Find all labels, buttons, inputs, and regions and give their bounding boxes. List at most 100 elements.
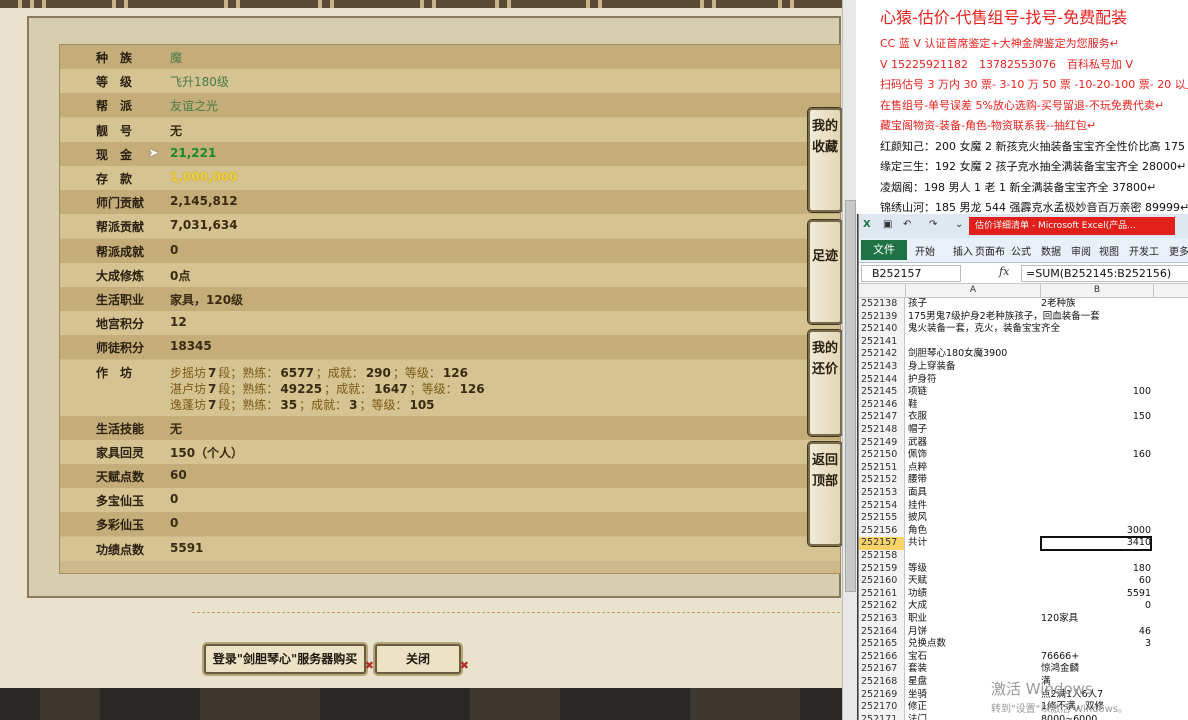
undo-icon[interactable]: ↶: [903, 219, 911, 230]
cell-a[interactable]: 孩子: [908, 298, 927, 311]
row-number[interactable]: 252146: [859, 398, 905, 412]
row-number[interactable]: 252148: [859, 424, 905, 437]
row-number[interactable]: 252168: [859, 676, 905, 689]
column-header-a[interactable]: A: [906, 284, 1041, 297]
row-number[interactable]: 252165: [859, 638, 905, 651]
cell-a[interactable]: 佩饰: [908, 449, 927, 462]
row-number[interactable]: 252142: [859, 348, 905, 361]
cell-b[interactable]: 3000: [1041, 525, 1151, 538]
cell-a[interactable]: 法门: [908, 714, 927, 720]
row-number[interactable]: 252166: [859, 650, 905, 664]
cell-a[interactable]: 大成: [908, 600, 927, 613]
row-number[interactable]: 252161: [859, 587, 905, 601]
cell-b[interactable]: 46: [1041, 626, 1151, 639]
cell-b[interactable]: 60: [1041, 575, 1151, 588]
cell-a[interactable]: 修正: [908, 701, 927, 714]
row-number[interactable]: 252144: [859, 373, 905, 387]
cell-b[interactable]: 3: [1041, 638, 1151, 651]
scrollbar-thumb[interactable]: [845, 200, 856, 592]
row-number[interactable]: 252147: [859, 411, 905, 424]
cell-a[interactable]: 腰带: [908, 474, 927, 487]
cell-a[interactable]: 功绩: [908, 588, 927, 601]
side-button-2[interactable]: 我的还价: [808, 330, 842, 436]
cell-b[interactable]: 2老种族: [1041, 298, 1151, 311]
ribbon-tab[interactable]: 页面布: [975, 243, 1005, 258]
cell-b[interactable]: 100: [1041, 386, 1151, 399]
row-number[interactable]: 252145: [859, 386, 905, 399]
cell-b[interactable]: 惊鸿金麟: [1041, 663, 1151, 676]
row-number[interactable]: 252160: [859, 575, 905, 588]
side-button-3[interactable]: 返回顶部: [808, 442, 842, 546]
row-number[interactable]: 252167: [859, 663, 905, 676]
row-number[interactable]: 252153: [859, 487, 905, 500]
cell-a[interactable]: 角色: [908, 525, 927, 538]
name-box[interactable]: B252157: [861, 265, 961, 282]
cell-b[interactable]: 3410: [1040, 536, 1152, 551]
ribbon-tab[interactable]: 视图: [1099, 243, 1119, 258]
cell-a[interactable]: 项链: [908, 386, 927, 399]
cell-a[interactable]: 武器: [908, 437, 927, 450]
ribbon-tab[interactable]: 更多: [1169, 243, 1188, 258]
row-number[interactable]: 252163: [859, 613, 905, 626]
vertical-scrollbar[interactable]: [842, 0, 857, 720]
cell-a[interactable]: 兑换点数: [908, 638, 946, 651]
formula-input[interactable]: =SUM(B252145:B252156): [1021, 265, 1188, 282]
cell-a[interactable]: 星盘: [908, 676, 927, 689]
cell-a[interactable]: 挂件: [908, 500, 927, 513]
row-number[interactable]: 252158: [859, 550, 905, 563]
fx-icon[interactable]: fx: [999, 265, 1009, 278]
cell-a[interactable]: 披风: [908, 512, 927, 525]
cell-a[interactable]: 鞋: [908, 399, 918, 412]
save-icon[interactable]: ▣: [883, 219, 892, 230]
row-number[interactable]: 252170: [859, 701, 905, 714]
cell-a[interactable]: 点粹: [908, 462, 927, 475]
cell-b[interactable]: 160: [1041, 449, 1151, 462]
row-number[interactable]: 252164: [859, 625, 905, 639]
ribbon-tab[interactable]: 插入: [953, 243, 973, 258]
cell-a[interactable]: 套装: [908, 663, 927, 676]
cell-a[interactable]: 剑胆琴心180女魔3900: [908, 348, 1007, 361]
ribbon-tab[interactable]: 开始: [915, 243, 935, 258]
cell-a[interactable]: 等级: [908, 563, 927, 576]
row-number[interactable]: 252139: [859, 310, 905, 324]
row-number[interactable]: 252171: [859, 713, 905, 720]
cell-b[interactable]: 76666+: [1041, 651, 1151, 664]
row-number[interactable]: 252154: [859, 499, 905, 513]
cell-a[interactable]: 月饼: [908, 626, 927, 639]
customize-toolbar-icon[interactable]: ⌄: [955, 219, 963, 230]
cell-b[interactable]: 150: [1041, 411, 1151, 424]
row-number[interactable]: 252159: [859, 562, 905, 576]
ribbon-tab[interactable]: 开发工: [1129, 243, 1159, 258]
row-number[interactable]: 252143: [859, 361, 905, 374]
cell-a[interactable]: 帽子: [908, 424, 927, 437]
column-header-b[interactable]: B: [1041, 284, 1154, 297]
cell-a[interactable]: 鬼火装备一套，克火，装备宝宝齐全: [908, 323, 1060, 336]
row-number[interactable]: 252169: [859, 688, 905, 702]
tab-file[interactable]: 文件: [861, 240, 907, 260]
cell-b[interactable]: 5591: [1041, 588, 1151, 601]
cell-a[interactable]: 宝石: [908, 651, 927, 664]
side-button-1[interactable]: 足迹: [808, 220, 842, 324]
row-number[interactable]: 252152: [859, 474, 905, 487]
ribbon-tab[interactable]: 审阅: [1071, 243, 1091, 258]
row-number[interactable]: 252140: [859, 323, 905, 336]
ribbon-tab[interactable]: 数据: [1041, 243, 1061, 258]
cell-a[interactable]: 衣服: [908, 411, 927, 424]
row-number[interactable]: 252149: [859, 436, 905, 450]
row-number[interactable]: 252155: [859, 512, 905, 525]
close-button[interactable]: 关闭 ✖: [375, 644, 469, 674]
row-number[interactable]: 252141: [859, 335, 905, 349]
cell-a[interactable]: 坐骑: [908, 689, 927, 702]
cell-a[interactable]: 身上穿装备: [908, 361, 956, 374]
ribbon-tab[interactable]: 公式: [1011, 243, 1031, 258]
cell-a[interactable]: 职业: [908, 613, 927, 626]
row-number[interactable]: 252162: [859, 600, 905, 613]
worksheet-grid[interactable]: 252138 孩子 2老种族 252139 175男鬼7级护身2老种族孩子，回血装备一套…: [859, 298, 1188, 720]
login-server-buy-button[interactable]: 登录"剑胆琴心"服务器购买 ✖: [204, 644, 374, 674]
row-number[interactable]: 252157: [859, 537, 905, 550]
row-number[interactable]: 252156: [859, 524, 905, 538]
cell-a[interactable]: 天赋: [908, 575, 927, 588]
cell-a[interactable]: 护身符: [908, 374, 937, 387]
cell-a[interactable]: 面具: [908, 487, 927, 500]
cell-a[interactable]: 共计: [908, 537, 927, 550]
